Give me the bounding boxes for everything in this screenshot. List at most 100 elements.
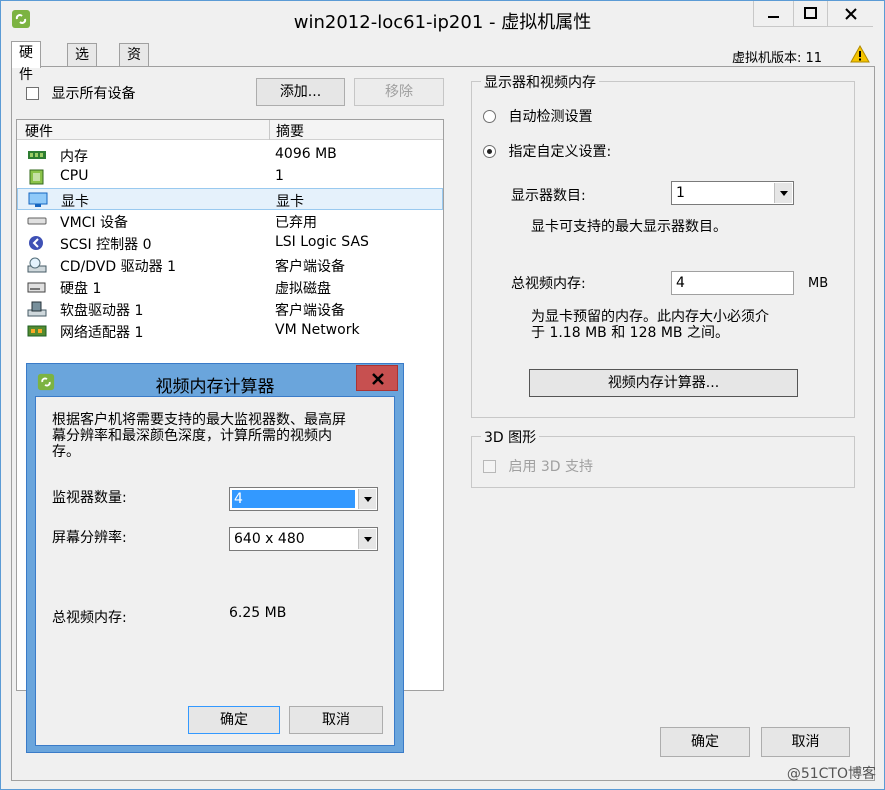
show-all-devices[interactable]: 显示所有设备: [26, 83, 135, 103]
custom-settings-label: 指定自定义设置:: [508, 144, 612, 160]
floppy-icon: [27, 301, 47, 317]
tab-resources[interactable]: 资源: [119, 43, 149, 85]
monitor-count-label: 显示器数目:: [511, 188, 586, 204]
hardware-name: 内存: [60, 149, 88, 165]
dialog-total-value: 6.25 MB: [229, 605, 287, 621]
harddisk-icon: [27, 282, 46, 293]
vram-calculator-button[interactable]: 视频内存计算器...: [529, 369, 798, 397]
tab-options[interactable]: 选项: [67, 43, 97, 85]
enable-3d-label: 启用 3D 支持: [508, 459, 594, 475]
dialog-monitors-label: 监视器数量:: [52, 490, 127, 506]
dialog-resolution-value: 640 x 480: [234, 531, 305, 547]
display-video-group: 显示器和视频内存: [471, 72, 855, 418]
hardware-name: 硬盘 1: [60, 281, 102, 297]
tab-hardware[interactable]: 硬件: [11, 41, 41, 83]
warning-icon: [850, 45, 870, 63]
hardware-row-network[interactable]: 网络适配器 1 VM Network: [17, 320, 443, 342]
maximize-icon: [804, 7, 817, 19]
3d-group-title: 3D 图形: [481, 427, 540, 447]
close-icon: [845, 8, 857, 20]
vm-version: 虚拟机版本: 11: [731, 51, 822, 66]
cdrom-icon: [27, 257, 47, 273]
window-title: win2012-loc61-ip201 - 虚拟机属性: [293, 12, 592, 33]
minimize-button[interactable]: [753, 1, 793, 27]
dialog-cancel-button[interactable]: 取消: [289, 706, 383, 734]
hardware-row-floppy[interactable]: 软盘驱动器 1 客户端设备: [17, 298, 443, 320]
auto-detect-label: 自动检测设置: [508, 109, 593, 125]
dialog-description-3: 存。: [52, 444, 80, 460]
column-hardware[interactable]: 硬件: [25, 121, 53, 141]
list-header: 硬件 摘要: [17, 120, 443, 140]
column-separator: [269, 120, 270, 140]
hardware-summary: 4096 MB: [275, 146, 337, 162]
hardware-row-cpu[interactable]: CPU 1: [17, 166, 443, 188]
hardware-row-cdrom[interactable]: CD/DVD 驱动器 1 客户端设备: [17, 254, 443, 276]
dialog-ok-button[interactable]: 确定: [188, 706, 280, 734]
scsi-icon: [29, 236, 43, 250]
hardware-name: SCSI 控制器 0: [60, 237, 152, 253]
column-summary[interactable]: 摘要: [276, 121, 304, 141]
maximize-button[interactable]: [793, 1, 827, 27]
chevron-down-icon[interactable]: [358, 529, 376, 549]
total-vram-input[interactable]: 4: [671, 271, 794, 295]
hardware-row-vmci[interactable]: VMCI 设备 已弃用: [17, 210, 443, 232]
vram-unit: MB: [808, 276, 829, 291]
close-button[interactable]: [827, 1, 873, 27]
ok-button[interactable]: 确定: [660, 727, 750, 757]
network-icon: [27, 325, 47, 337]
dialog-monitors-select[interactable]: 4: [229, 487, 378, 511]
vram-calculator-dialog: 视频内存计算器 根据客户机将需要支持的最大监视器数、最高屏 幕分辨率和最深颜色深…: [26, 363, 404, 753]
chevron-down-icon[interactable]: [774, 183, 792, 203]
dialog-total-label: 总视频内存:: [52, 610, 127, 626]
hardware-name: CD/DVD 驱动器 1: [60, 259, 176, 275]
vram-help-line-2: 于 1.18 MB 和 128 MB 之间。: [531, 325, 729, 341]
enable-3d-option[interactable]: 启用 3D 支持: [483, 456, 593, 476]
dialog-title: 视频内存计算器: [155, 377, 275, 397]
chevron-down-icon[interactable]: [358, 489, 376, 509]
dialog-body: 根据客户机将需要支持的最大监视器数、最高屏 幕分辨率和最深颜色深度，计算所需的视…: [35, 396, 395, 746]
hardware-row-display[interactable]: 显卡 显卡: [17, 188, 443, 210]
hardware-summary: LSI Logic SAS: [275, 234, 369, 250]
monitor-count-help: 显卡可支持的最大显示器数目。: [531, 219, 727, 235]
custom-settings-option[interactable]: 指定自定义设置:: [483, 141, 611, 161]
hardware-name: 显卡: [61, 194, 89, 210]
hardware-summary: 已弃用: [275, 215, 317, 231]
close-icon: [372, 373, 384, 385]
hardware-name: 软盘驱动器 1: [60, 303, 144, 319]
hardware-summary: 客户端设备: [275, 303, 345, 319]
total-vram-label: 总视频内存:: [511, 276, 586, 292]
hardware-name: 网络适配器 1: [60, 325, 144, 341]
hardware-summary: VM Network: [275, 322, 360, 338]
add-button[interactable]: 添加...: [256, 78, 345, 106]
dialog-resolution-select[interactable]: 640 x 480: [229, 527, 378, 551]
hardware-summary: 显卡: [276, 194, 304, 210]
hardware-row-harddisk[interactable]: 硬盘 1 虚拟磁盘: [17, 276, 443, 298]
monitor-count-select[interactable]: 1: [671, 181, 794, 205]
dialog-description-2: 幕分辨率和最深颜色深度，计算所需的视频内: [52, 428, 332, 444]
minimize-icon: [768, 16, 779, 18]
hardware-row-memory[interactable]: 内存 4096 MB: [17, 144, 443, 166]
show-all-checkbox[interactable]: [26, 86, 39, 100]
vmci-icon: [27, 217, 47, 225]
monitor-count-value: 1: [676, 185, 685, 201]
dialog-resolution-label: 屏幕分辨率:: [52, 530, 127, 546]
hardware-summary: 虚拟磁盘: [275, 281, 331, 297]
cpu-icon: [29, 169, 44, 185]
memory-icon: [28, 151, 46, 159]
dialog-close-button[interactable]: [356, 365, 398, 391]
watermark: @51CTO博客: [786, 766, 876, 782]
total-vram-value: 4: [676, 275, 685, 291]
custom-settings-radio[interactable]: [483, 144, 496, 158]
hardware-summary: 1: [275, 168, 284, 184]
show-all-label: 显示所有设备: [51, 86, 136, 102]
auto-detect-option[interactable]: 自动检测设置: [483, 106, 592, 126]
display-group-title: 显示器和视频内存: [481, 72, 599, 92]
cancel-button[interactable]: 取消: [761, 727, 850, 757]
display-icon: [28, 192, 48, 207]
enable-3d-checkbox[interactable]: [483, 459, 496, 473]
remove-button[interactable]: 移除: [354, 78, 444, 106]
auto-detect-radio[interactable]: [483, 109, 496, 123]
hardware-row-scsi[interactable]: SCSI 控制器 0 LSI Logic SAS: [17, 232, 443, 254]
dialog-monitors-value: 4: [232, 490, 355, 508]
hardware-summary: 客户端设备: [275, 259, 345, 275]
